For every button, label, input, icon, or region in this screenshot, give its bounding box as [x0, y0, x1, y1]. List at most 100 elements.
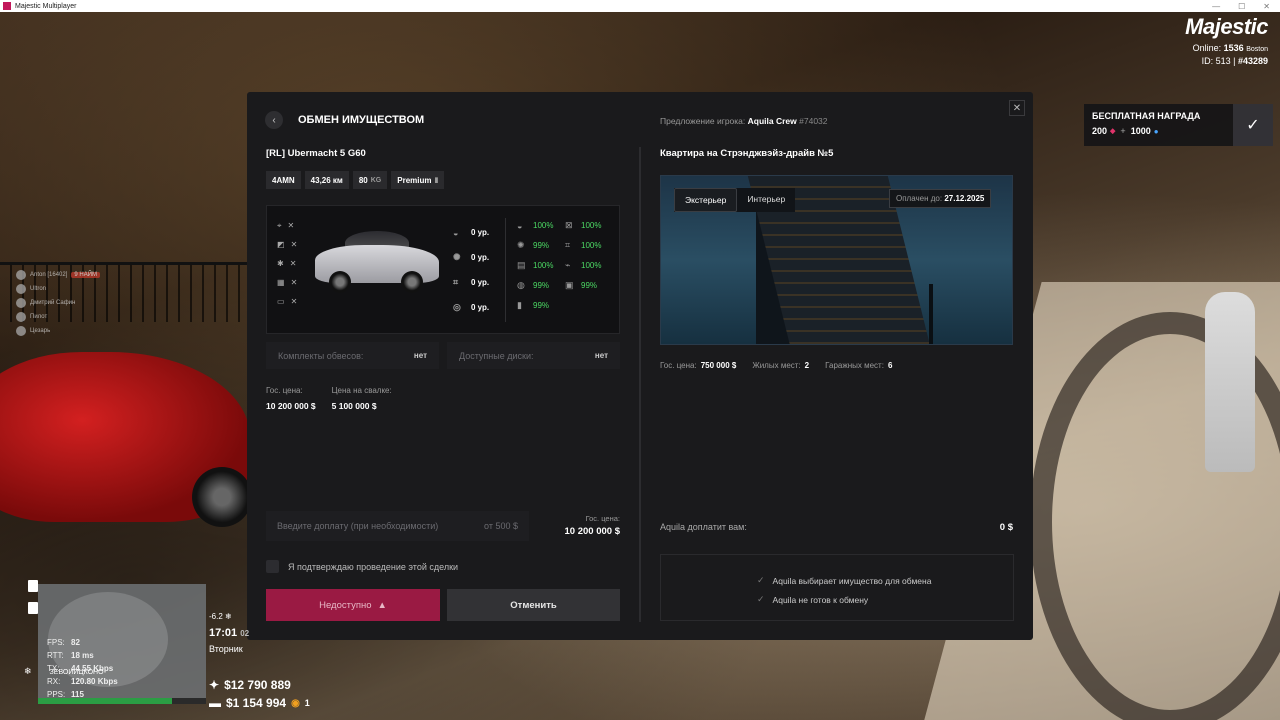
- plate-icon: ▭: [277, 297, 285, 306]
- voice-item: Цезарь: [16, 324, 100, 338]
- bodykits-field: Комплекты обвесов: нет: [266, 342, 439, 369]
- confirm-deal[interactable]: Я подтверждаю проведение этой сделки: [266, 560, 458, 573]
- turbo-icon: ✺: [453, 252, 461, 262]
- condition-stats: ◒ 100% ⊠ 100% ✺ 99% ⌗ 100% ▤ 100% ⌁ 100% ◍ 99% …: [517, 220, 602, 310]
- gem-icon: ◆: [1110, 128, 1116, 135]
- check-icon: ✓: [757, 575, 765, 585]
- cash-icon: ✦: [209, 678, 220, 692]
- brake-icon: ◎: [453, 302, 461, 312]
- reward-info: БЕСПЛАТНАЯ НАГРАДА 200 ◆ + 1000 ●: [1084, 104, 1233, 146]
- oil-icon: ⌁: [565, 260, 571, 270]
- property-image: Экстерьер Интерьер Оплачен до: 27.12.202…: [660, 175, 1013, 345]
- voice-item: Ultron: [16, 282, 100, 296]
- card-icon: ▬: [209, 696, 221, 710]
- view-switch: Экстерьер Интерьер: [674, 188, 796, 212]
- window-titlebar: Majestic Multiplayer — ☐ ✕: [0, 0, 1280, 12]
- chip-icon: ▦: [277, 278, 285, 287]
- snowflake-icon: ❄: [24, 666, 32, 676]
- gearbox-icon: ⌗: [453, 277, 459, 287]
- vehicle-card: ⌖ ✕ ◩ ✕ ✱ ✕ ▦ ✕ ▭ ✕ ◒ 0 ур. ✺ 0 ур. ⌗ 0 ур. ◎ 0 у…: [266, 205, 620, 334]
- extras-row: Комплекты обвесов: нет Доступные диски: не…: [266, 342, 620, 369]
- partner-surcharge: Aquila доплатит вам: 0 $: [660, 522, 1013, 533]
- headlight-icon: ▣: [565, 280, 574, 290]
- vehicle-tags: 4AMN 43,26 км 80 KG Premium ▮: [266, 171, 445, 189]
- minimize-button[interactable]: —: [1212, 2, 1220, 11]
- engine-icon: ◒: [453, 227, 459, 238]
- coin-icon: ◉: [291, 697, 300, 709]
- column-divider: [639, 147, 641, 622]
- avatar: [16, 270, 26, 280]
- engine-icon: ◒: [517, 220, 523, 231]
- card-icon: [28, 580, 38, 592]
- vehicle-name: [RL] Ubermacht 5 G60: [266, 148, 366, 159]
- money-panel: ✦ $12 790 889 ▬ $1 154 994 ◉ 1: [209, 676, 310, 712]
- confirm-label: Я подтверждаю проведение этой сделки: [288, 561, 459, 572]
- scrap-price: Цена на свалке: 5 100 000 $: [331, 386, 392, 411]
- spray-icon: ◩: [277, 240, 285, 249]
- red-car-wheel: [192, 467, 252, 527]
- topup-gov-price: Гос. цена: 10 200 000 $: [564, 514, 620, 537]
- body-icon: ⊠: [565, 220, 573, 230]
- reward-title: БЕСПЛАТНАЯ НАГРАДА: [1092, 111, 1201, 121]
- cancel-button[interactable]: Отменить: [447, 589, 620, 621]
- cash-row: ✦ $12 790 889: [209, 678, 291, 692]
- character: [1205, 292, 1255, 472]
- voice-item: Пилот: [16, 310, 100, 324]
- player-id-line: ID: 513 | #43289: [1201, 56, 1268, 66]
- unavailable-button[interactable]: Недоступно ▲: [266, 589, 440, 621]
- plate-tag: 4AMN: [266, 171, 301, 189]
- check-icon: ✓: [757, 594, 765, 604]
- voice-item: Anton [16402] 9 НАЙМ: [16, 268, 101, 282]
- tab-exterior[interactable]: Экстерьер: [674, 188, 738, 212]
- property-name: Квартира на Стрэнджвэйз-драйв №5: [660, 148, 834, 159]
- drop-icon: ●: [1153, 126, 1159, 136]
- voice-item: Дмитрий Сафин: [16, 296, 100, 310]
- majestic-logo: Majestic: [1185, 14, 1268, 39]
- paid-until-badge: Оплачен до: 27.12.2025: [889, 189, 992, 208]
- avatar: [16, 284, 26, 294]
- close-window-button[interactable]: ✕: [1263, 2, 1270, 11]
- mileage-tag: 43,26 км: [304, 171, 349, 189]
- rims-field: Доступные диски: нет: [447, 342, 620, 369]
- crosshair-icon: ⌖: [277, 220, 282, 230]
- gov-price: Гос. цена: 10 200 000 $: [266, 386, 316, 411]
- bug-icon: ✱: [277, 259, 284, 268]
- bank-row: ▬ $1 154 994 ◉ 1: [209, 696, 310, 710]
- status-item: ✓ Aquila выбирает имущество для обмена: [757, 575, 932, 586]
- trade-modal: ‹ ОБМЕН ИМУЩЕСТВОМ ✕ [RL] Ubermacht 5 G6…: [247, 92, 1033, 640]
- avatar: [16, 312, 26, 322]
- online-line: Online: 1536 Boston: [1192, 43, 1268, 53]
- class-tag: Premium ▮: [391, 171, 445, 189]
- surcharge-input[interactable]: Введите доплату (при необходимости) от 5…: [266, 511, 529, 541]
- battery-icon: ▤: [517, 260, 526, 270]
- card-icon: [28, 602, 38, 614]
- reward-values: 200 ◆ + 1000 ●: [1092, 126, 1159, 136]
- claim-reward-button[interactable]: ✓: [1233, 104, 1273, 146]
- partner-status: ✓ Aquila выбирает имущество для обмена ✓ A…: [660, 554, 1014, 621]
- window-controls: — ☐ ✕: [1212, 2, 1280, 11]
- close-button[interactable]: ✕: [1009, 100, 1025, 116]
- weight-tag: 80 KG: [352, 171, 388, 189]
- weight-icon: KG: [370, 176, 382, 184]
- back-button[interactable]: ‹: [265, 111, 283, 129]
- time-weather: -6.2 ❄ 17:01 02 Вторник: [209, 612, 250, 654]
- maximize-button[interactable]: ☐: [1238, 2, 1245, 11]
- free-reward-banner[interactable]: БЕСПЛАТНАЯ НАГРАДА 200 ◆ + 1000 ● ✓: [1084, 104, 1273, 146]
- wheel-icon: ◍: [517, 280, 525, 290]
- property-stats: Гос. цена: 750 000 $ Жилых мест: 2 Гаражны…: [660, 361, 893, 370]
- warning-icon: ▲: [377, 599, 387, 611]
- server-brand: Majestic Online: 1536 Boston ID: 513 | #…: [1185, 14, 1268, 66]
- confirm-checkbox[interactable]: [266, 560, 279, 573]
- health-bar: [38, 698, 206, 704]
- vehicle-prices: Гос. цена: 10 200 000 $ Цена на свалке: …: [266, 386, 392, 411]
- snow-icon: ❄: [225, 612, 232, 621]
- tab-interior[interactable]: Интерьер: [737, 188, 795, 212]
- avatar: [16, 298, 26, 308]
- hud-side-icons: [28, 580, 38, 614]
- offer-header: Предложение игрока: Aquila Crew #74032: [660, 116, 828, 126]
- window-title: Majestic Multiplayer: [15, 2, 77, 10]
- stability-indicator: ❄ ЗЕВОИИЦКОНО: [24, 666, 104, 676]
- app-logo-icon: [3, 2, 11, 10]
- fuel-icon: ▮: [517, 300, 522, 310]
- mods-list: ⌖ ✕ ◩ ✕ ✱ ✕ ▦ ✕ ▭ ✕: [277, 220, 298, 307]
